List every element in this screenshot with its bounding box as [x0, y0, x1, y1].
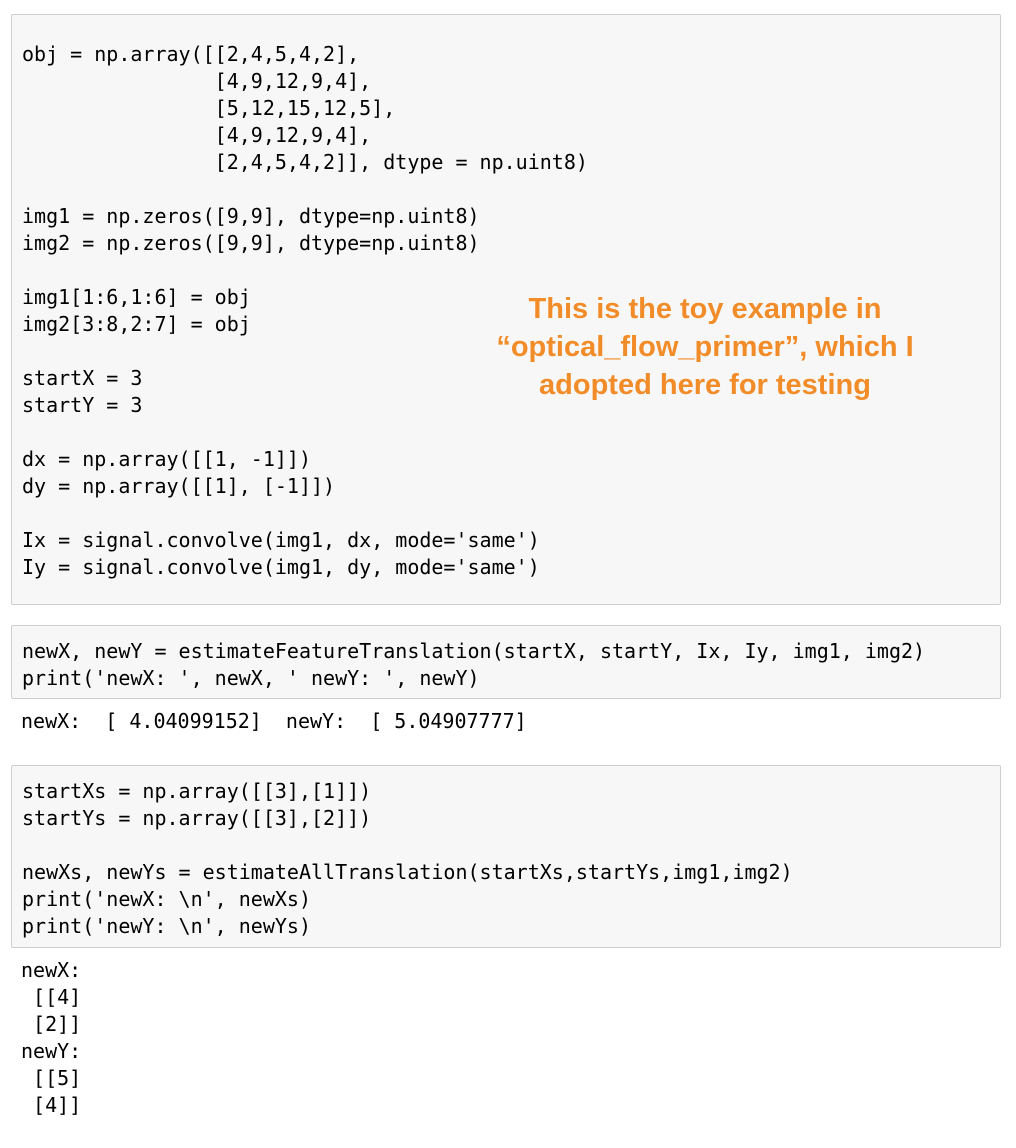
code-line: dy = np.array([[1], [-1]]) — [22, 474, 336, 498]
output-line: newX: — [21, 958, 94, 982]
output-line: newX: [ 4.04099152] newY: [ 5.04907777] — [21, 709, 527, 733]
code-line: img2[3:8,2:7] = obj — [22, 312, 251, 336]
code-line: [4,9,12,9,4], — [22, 69, 372, 93]
code-line: Ix = signal.convolve(img1, dx, mode='sam… — [22, 528, 540, 552]
output-line: [4]] — [21, 1093, 82, 1117]
code-line: newXs, newYs = estimateAllTranslation(st… — [22, 860, 793, 884]
code-line: img2 = np.zeros([9,9], dtype=np.uint8) — [22, 231, 480, 255]
code-line: [4,9,12,9,4], — [22, 123, 372, 147]
code-line: startX = 3 — [22, 366, 143, 390]
output-line: [2]] — [21, 1012, 82, 1036]
output-line: newY: — [21, 1039, 94, 1063]
code-cell-2[interactable]: newX, newY = estimateFeatureTranslation(… — [11, 625, 1001, 699]
code-line: startXs = np.array([[3],[1]]) — [22, 779, 372, 803]
output-line: [[5] — [21, 1066, 82, 1090]
code-line: img1[1:6,1:6] = obj — [22, 285, 251, 309]
code-line: obj = np.array([[2,4,5,4,2], — [22, 42, 360, 66]
code-line: startYs = np.array([[3],[2]]) — [22, 806, 372, 830]
annotation-line: “optical_flow_primer”, which I — [496, 331, 914, 363]
code-line: print('newX: ', newX, ' newY: ', newY) — [22, 666, 480, 690]
annotation-line: adopted here for testing — [539, 369, 871, 401]
output-area-2: newX: [ 4.04099152] newY: [ 5.04907777] — [21, 708, 527, 735]
output-line: [[4] — [21, 985, 82, 1009]
code-editor-3[interactable]: startXs = np.array([[3],[1]]) startYs = … — [12, 766, 1000, 940]
code-line: print('newY: \n', newYs) — [22, 914, 311, 938]
code-line: img1 = np.zeros([9,9], dtype=np.uint8) — [22, 204, 480, 228]
code-editor-2[interactable]: newX, newY = estimateFeatureTranslation(… — [12, 626, 1000, 692]
annotation-note: This is the toy example in “optical_flow… — [440, 290, 970, 404]
code-cell-3[interactable]: startXs = np.array([[3],[1]]) startYs = … — [11, 765, 1001, 948]
code-line: [2,4,5,4,2]], dtype = np.uint8) — [22, 150, 588, 174]
code-line: Iy = signal.convolve(img1, dy, mode='sam… — [22, 555, 540, 579]
code-line: print('newX: \n', newXs) — [22, 887, 311, 911]
code-line: newX, newY = estimateFeatureTranslation(… — [22, 639, 926, 663]
code-line: dx = np.array([[1, -1]]) — [22, 447, 311, 471]
code-line: [5,12,15,12,5], — [22, 96, 396, 120]
code-line: startY = 3 — [22, 393, 143, 417]
output-area-3: newX: [[4] [2]] newY: [[5] [4]] — [21, 957, 93, 1119]
annotation-line: This is the toy example in — [528, 293, 882, 325]
